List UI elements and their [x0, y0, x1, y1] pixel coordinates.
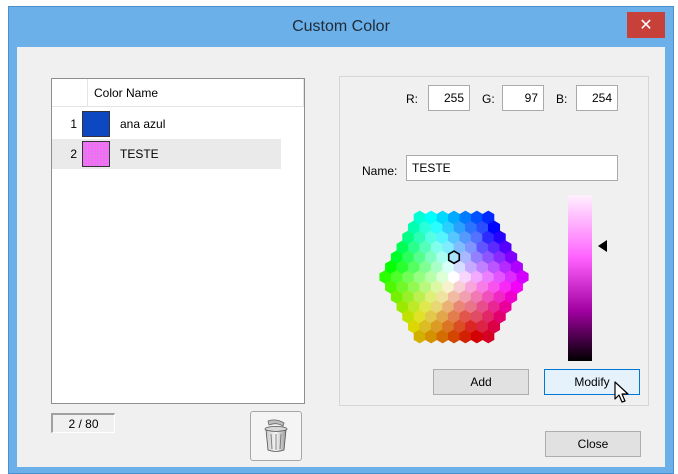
delete-color-button[interactable]: [250, 411, 302, 461]
red-value: 255: [443, 91, 464, 105]
color-hex-cell[interactable]: [516, 270, 529, 284]
add-button-label: Add: [470, 375, 492, 389]
color-editor-panel: R: 255 G: 97 B: 254 Name: TESTE Add Modi…: [339, 76, 649, 406]
color-count-display: 2 / 80: [51, 413, 115, 433]
color-name-column-header[interactable]: Color Name: [88, 79, 304, 106]
window-title: Custom Color: [292, 18, 390, 35]
number-column-header: [52, 79, 88, 106]
row-number: 1: [70, 117, 77, 131]
green-input[interactable]: 97: [502, 85, 544, 111]
color-name-input[interactable]: TESTE: [406, 155, 618, 181]
color-count-text: 2 / 80: [68, 416, 99, 431]
mouse-pointer-icon: [614, 381, 629, 403]
name-label: Name:: [362, 164, 398, 178]
dialog-body: Color Name 1 ana azul 2 TESTE 2 / 80 R: …: [17, 47, 665, 467]
color-hexagon-picker[interactable]: [362, 193, 548, 363]
close-button-label: Close: [577, 437, 609, 451]
brightness-slider[interactable]: [568, 195, 592, 361]
close-button[interactable]: Close: [545, 431, 641, 457]
list-header: Color Name: [52, 79, 304, 107]
slider-arrow-icon[interactable]: [598, 240, 607, 252]
title-bar[interactable]: Custom Color ✕: [9, 7, 673, 47]
row-number: 2: [70, 147, 77, 161]
color-name-value: TESTE: [412, 161, 451, 175]
blue-input[interactable]: 254: [576, 85, 618, 111]
modify-button-label: Modify: [574, 375, 610, 389]
list-item-selected[interactable]: 2 TESTE: [52, 139, 281, 169]
blue-label: B:: [556, 92, 568, 106]
custom-color-window: Custom Color ✕ Color Name 1 ana azul 2 T…: [8, 6, 674, 474]
color-swatch: [82, 111, 110, 137]
color-list[interactable]: Color Name 1 ana azul 2 TESTE: [51, 78, 305, 404]
close-window-button[interactable]: ✕: [627, 12, 665, 38]
color-name: TESTE: [120, 147, 159, 161]
red-label: R:: [406, 92, 418, 106]
blue-value: 254: [591, 91, 612, 105]
red-input[interactable]: 255: [428, 85, 470, 111]
column-header-label: Color Name: [94, 85, 159, 100]
color-name: ana azul: [120, 117, 166, 131]
close-icon: ✕: [639, 17, 653, 34]
trash-can-icon: [264, 419, 288, 452]
green-label: G:: [482, 92, 495, 106]
list-item[interactable]: 1 ana azul: [52, 109, 281, 139]
color-swatch: [82, 141, 110, 167]
green-value: 97: [524, 91, 538, 105]
add-button[interactable]: Add: [433, 369, 529, 395]
